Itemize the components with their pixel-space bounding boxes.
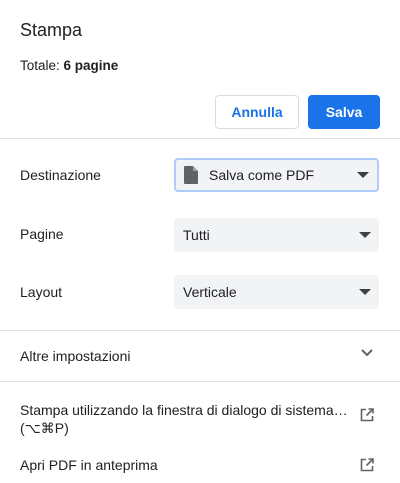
save-button[interactable]: Salva bbox=[308, 95, 380, 129]
chevron-down-icon bbox=[361, 349, 373, 357]
header-divider bbox=[0, 138, 400, 139]
system-dialog-link[interactable]: Stampa utilizzando la finestra di dialog… bbox=[0, 392, 400, 440]
dialog-title: Stampa bbox=[20, 20, 83, 40]
open-pdf-label: Apri PDF in anteprima bbox=[20, 457, 158, 473]
destination-select[interactable]: Salva come PDF bbox=[174, 158, 379, 192]
page-total-count: 6 pagine bbox=[63, 58, 119, 73]
layout-value: Verticale bbox=[183, 284, 237, 300]
open-external-icon bbox=[360, 458, 374, 472]
pages-value: Tutti bbox=[183, 227, 210, 243]
more-settings-label: Altre impostazioni bbox=[20, 348, 131, 364]
layout-select[interactable]: Verticale bbox=[174, 275, 379, 309]
print-dialog: Stampa Totale: 6 pagine Annulla Salva De… bbox=[0, 0, 400, 483]
more-settings-divider bbox=[0, 381, 400, 382]
settings-divider bbox=[0, 330, 400, 331]
document-icon bbox=[184, 166, 198, 184]
pages-select[interactable]: Tutti bbox=[174, 218, 379, 252]
dropdown-arrow-icon bbox=[359, 232, 371, 238]
dropdown-arrow-icon bbox=[357, 172, 369, 178]
system-dialog-shortcut: (⌥⌘P) bbox=[20, 420, 69, 436]
page-total-label: Totale: bbox=[20, 58, 64, 73]
system-dialog-text: Stampa utilizzando la finestra di dialog… bbox=[20, 402, 348, 418]
layout-label: Layout bbox=[20, 284, 63, 300]
cancel-button[interactable]: Annulla bbox=[215, 95, 299, 129]
destination-label: Destinazione bbox=[20, 167, 101, 183]
destination-value: Salva come PDF bbox=[209, 167, 315, 183]
pages-label: Pagine bbox=[20, 226, 64, 242]
open-pdf-preview-link[interactable]: Apri PDF in anteprima bbox=[0, 446, 400, 482]
dropdown-arrow-icon bbox=[359, 289, 371, 295]
page-total: Totale: 6 pagine bbox=[20, 58, 118, 73]
system-dialog-label: Stampa utilizzando la finestra di dialog… bbox=[20, 401, 350, 437]
more-settings-toggle[interactable]: Altre impostazioni bbox=[0, 332, 400, 380]
open-external-icon bbox=[360, 408, 374, 422]
